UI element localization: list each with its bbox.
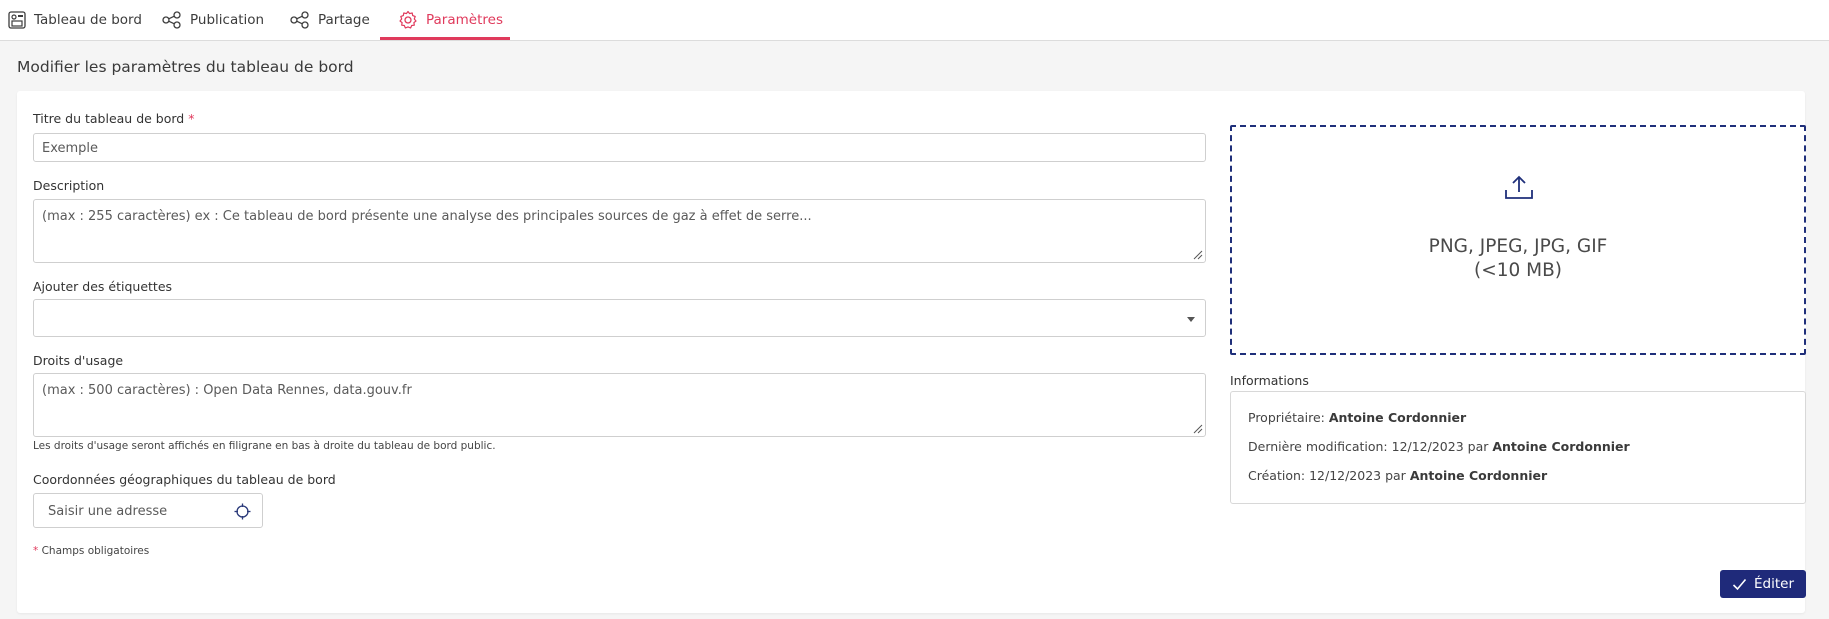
- page-title: Modifier les paramètres du tableau de bo…: [17, 58, 354, 76]
- resize-handle-icon[interactable]: [1193, 250, 1203, 260]
- info-created-label: Création: 12/12/2023 par: [1248, 468, 1410, 483]
- upload-formats: PNG, JPEG, JPG, GIF: [1428, 236, 1608, 257]
- required-mark: *: [33, 545, 39, 557]
- required-note-text: Champs obligatoires: [41, 545, 150, 557]
- tab-tableau-de-bord[interactable]: Tableau de bord: [8, 0, 142, 40]
- info-created: Création: 12/12/2023 par Antoine Cordonn…: [1248, 468, 1547, 483]
- tags-select[interactable]: [33, 299, 1206, 337]
- upload-text: PNG, JPEG, JPG, GIF (<10 MB): [1232, 235, 1804, 283]
- crosshair-icon[interactable]: [234, 503, 251, 520]
- share-nodes-icon: [290, 11, 309, 29]
- active-tab-indicator: [380, 37, 510, 40]
- info-owner: Propriétaire: Antoine Cordonnier: [1248, 410, 1466, 425]
- chevron-down-icon: [1187, 317, 1195, 322]
- tags-label: Ajouter des étiquettes: [33, 279, 173, 294]
- info-modified-label: Dernière modification: 12/12/2023 par: [1248, 439, 1493, 454]
- description-textarea[interactable]: (max : 255 caractères) ex : Ce tableau d…: [33, 199, 1206, 263]
- upload-icon: [1505, 175, 1533, 199]
- gear-icon: [399, 10, 417, 29]
- info-modified-name: Antoine Cordonnier: [1492, 439, 1630, 454]
- info-modified: Dernière modification: 12/12/2023 par An…: [1248, 439, 1630, 454]
- tab-label: Tableau de bord: [34, 12, 142, 28]
- tab-label: Publication: [190, 12, 265, 28]
- edit-button-label: Éditer: [1754, 576, 1794, 592]
- image-upload-dropzone[interactable]: PNG, JPEG, JPG, GIF (<10 MB): [1230, 125, 1806, 355]
- description-placeholder: (max : 255 caractères) ex : Ce tableau d…: [42, 209, 812, 224]
- info-owner-label: Propriétaire:: [1248, 410, 1329, 425]
- check-icon: [1732, 578, 1747, 590]
- title-label: Titre du tableau de bord *: [33, 111, 194, 126]
- rights-placeholder: (max : 500 caractères) : Open Data Renne…: [42, 383, 412, 398]
- info-owner-name: Antoine Cordonnier: [1328, 410, 1467, 425]
- info-heading: Informations: [1230, 373, 1309, 388]
- tab-bar: Tableau de bord Publication Partage Para…: [0, 0, 1829, 41]
- tab-label: Partage: [318, 12, 370, 28]
- title-input[interactable]: Exemple: [33, 133, 1206, 162]
- resize-handle-icon[interactable]: [1193, 424, 1203, 434]
- title-label-text: Titre du tableau de bord: [33, 111, 185, 126]
- address-placeholder: Saisir une adresse: [48, 504, 168, 519]
- rights-label: Droits d'usage: [33, 353, 124, 368]
- tab-partage[interactable]: Partage: [290, 0, 370, 40]
- info-created-name: Antoine Cordonnier: [1409, 468, 1548, 483]
- required-mark: *: [188, 111, 195, 126]
- required-note: * Champs obligatoires: [33, 545, 149, 557]
- upload-size-limit: (<10 MB): [1473, 260, 1562, 281]
- rights-textarea[interactable]: (max : 500 caractères) : Open Data Renne…: [33, 373, 1206, 437]
- address-input[interactable]: Saisir une adresse: [33, 493, 263, 528]
- share-nodes-icon: [162, 11, 181, 29]
- geo-label: Coordonnées géographiques du tableau de …: [33, 472, 336, 487]
- tab-label: Paramètres: [426, 12, 503, 28]
- title-input-value: Exemple: [42, 141, 99, 156]
- tab-parametres[interactable]: Paramètres: [398, 0, 503, 40]
- rights-hint: Les droits d'usage seront affichés en fi…: [33, 440, 496, 452]
- dashboard-icon: [8, 11, 26, 29]
- edit-button[interactable]: Éditer: [1720, 570, 1806, 598]
- info-box: Propriétaire: Antoine Cordonnier Dernièr…: [1230, 391, 1806, 504]
- description-label: Description: [33, 178, 105, 193]
- tab-publication[interactable]: Publication: [162, 0, 264, 40]
